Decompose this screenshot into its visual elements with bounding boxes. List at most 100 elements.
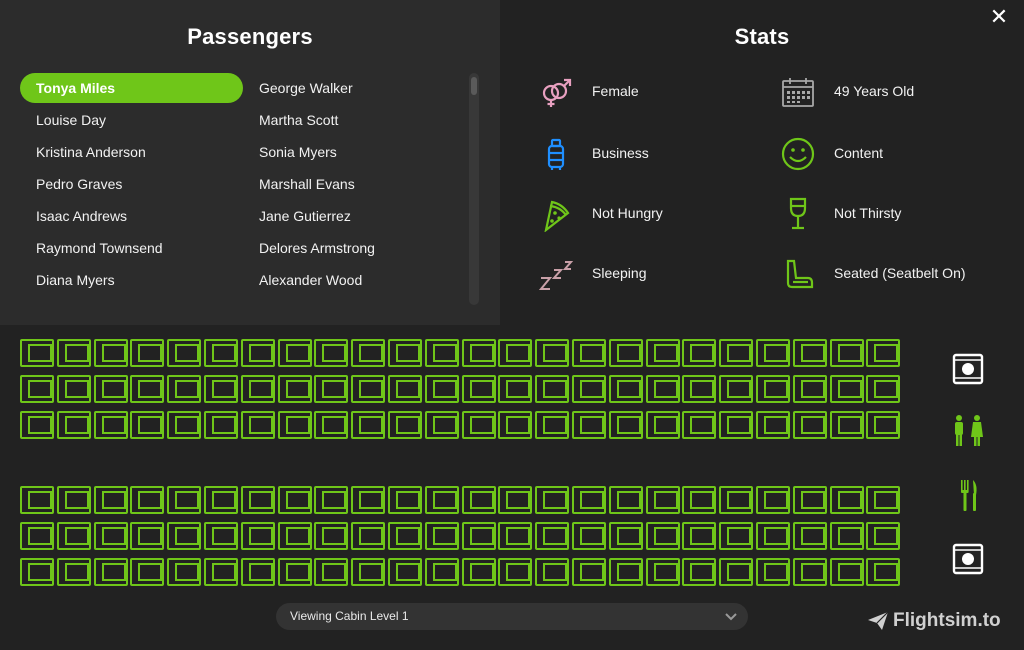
passenger-item[interactable]: Delores Armstrong <box>243 233 466 263</box>
seat[interactable] <box>167 411 202 439</box>
seat[interactable] <box>461 486 496 514</box>
seat[interactable] <box>461 411 496 439</box>
seat[interactable] <box>608 486 643 514</box>
seat[interactable] <box>682 375 717 403</box>
seat[interactable] <box>240 486 275 514</box>
seat[interactable] <box>572 375 606 403</box>
seat[interactable] <box>56 375 91 403</box>
seat[interactable] <box>93 339 128 367</box>
seat[interactable] <box>56 486 91 514</box>
seat[interactable] <box>277 522 312 550</box>
passenger-item[interactable]: Alexander Wood <box>243 265 466 295</box>
seat[interactable] <box>130 411 165 439</box>
seat[interactable] <box>56 558 91 586</box>
seat[interactable] <box>608 558 643 586</box>
seat[interactable] <box>535 558 570 586</box>
seat[interactable] <box>645 411 680 439</box>
seat[interactable] <box>277 375 312 403</box>
seat[interactable] <box>388 486 422 514</box>
seat[interactable] <box>388 375 422 403</box>
seat[interactable] <box>682 558 717 586</box>
seat[interactable] <box>498 339 533 367</box>
seat[interactable] <box>167 522 202 550</box>
seat[interactable] <box>645 522 680 550</box>
seat[interactable] <box>130 486 165 514</box>
seat[interactable] <box>93 522 128 550</box>
seat[interactable] <box>167 375 202 403</box>
seat[interactable] <box>204 558 238 586</box>
seat[interactable] <box>608 522 643 550</box>
seat[interactable] <box>424 558 459 586</box>
passenger-item[interactable]: Kristina Anderson <box>20 137 243 167</box>
seat[interactable] <box>756 411 790 439</box>
seat[interactable] <box>130 339 165 367</box>
passenger-list-scrollbar[interactable] <box>469 73 479 305</box>
seat[interactable] <box>351 411 386 439</box>
seat[interactable] <box>277 486 312 514</box>
seat[interactable] <box>829 486 864 514</box>
seat[interactable] <box>756 486 790 514</box>
seat[interactable] <box>388 339 422 367</box>
seat[interactable] <box>388 411 422 439</box>
seat[interactable] <box>572 558 606 586</box>
seat[interactable] <box>608 375 643 403</box>
seat[interactable] <box>130 522 165 550</box>
seat[interactable] <box>351 375 386 403</box>
seat[interactable] <box>388 558 422 586</box>
seat[interactable] <box>56 339 91 367</box>
seat[interactable] <box>608 339 643 367</box>
seat[interactable] <box>866 522 901 550</box>
seat[interactable] <box>56 522 91 550</box>
seat[interactable] <box>792 375 827 403</box>
seat[interactable] <box>535 522 570 550</box>
seat[interactable] <box>829 411 864 439</box>
seat[interactable] <box>388 522 422 550</box>
seat[interactable] <box>204 411 238 439</box>
seat[interactable] <box>167 558 202 586</box>
seat[interactable] <box>240 339 275 367</box>
seat[interactable] <box>792 411 827 439</box>
seat[interactable] <box>829 558 864 586</box>
seat[interactable] <box>829 522 864 550</box>
seat[interactable] <box>535 486 570 514</box>
seat[interactable] <box>756 522 790 550</box>
seat[interactable] <box>314 486 349 514</box>
galley-icon[interactable] <box>950 541 986 577</box>
seat[interactable] <box>424 339 459 367</box>
seat[interactable] <box>20 411 54 439</box>
cabin-level-select[interactable]: Viewing Cabin Level 1 <box>276 603 748 630</box>
seat[interactable] <box>351 486 386 514</box>
seat[interactable] <box>498 522 533 550</box>
passenger-item[interactable]: Pedro Graves <box>20 169 243 199</box>
seat[interactable] <box>535 375 570 403</box>
seat[interactable] <box>719 375 754 403</box>
seat[interactable] <box>866 375 901 403</box>
seat[interactable] <box>756 375 790 403</box>
seat[interactable] <box>719 558 754 586</box>
seat[interactable] <box>682 522 717 550</box>
seat[interactable] <box>20 522 54 550</box>
seat[interactable] <box>682 339 717 367</box>
seat[interactable] <box>93 411 128 439</box>
seat[interactable] <box>424 486 459 514</box>
seat[interactable] <box>572 522 606 550</box>
seat[interactable] <box>756 558 790 586</box>
passenger-item[interactable]: Raymond Townsend <box>20 233 243 263</box>
seat[interactable] <box>20 375 54 403</box>
seat[interactable] <box>461 522 496 550</box>
seat[interactable] <box>866 486 901 514</box>
seat[interactable] <box>719 522 754 550</box>
seat[interactable] <box>424 411 459 439</box>
seat[interactable] <box>682 486 717 514</box>
seat[interactable] <box>424 375 459 403</box>
seat[interactable] <box>240 375 275 403</box>
seat[interactable] <box>498 486 533 514</box>
passenger-item[interactable]: Louise Day <box>20 105 243 135</box>
seat[interactable] <box>314 339 349 367</box>
seat[interactable] <box>682 411 717 439</box>
seat[interactable] <box>314 375 349 403</box>
seat[interactable] <box>351 339 386 367</box>
seat[interactable] <box>20 339 54 367</box>
seat[interactable] <box>498 411 533 439</box>
seat[interactable] <box>719 486 754 514</box>
